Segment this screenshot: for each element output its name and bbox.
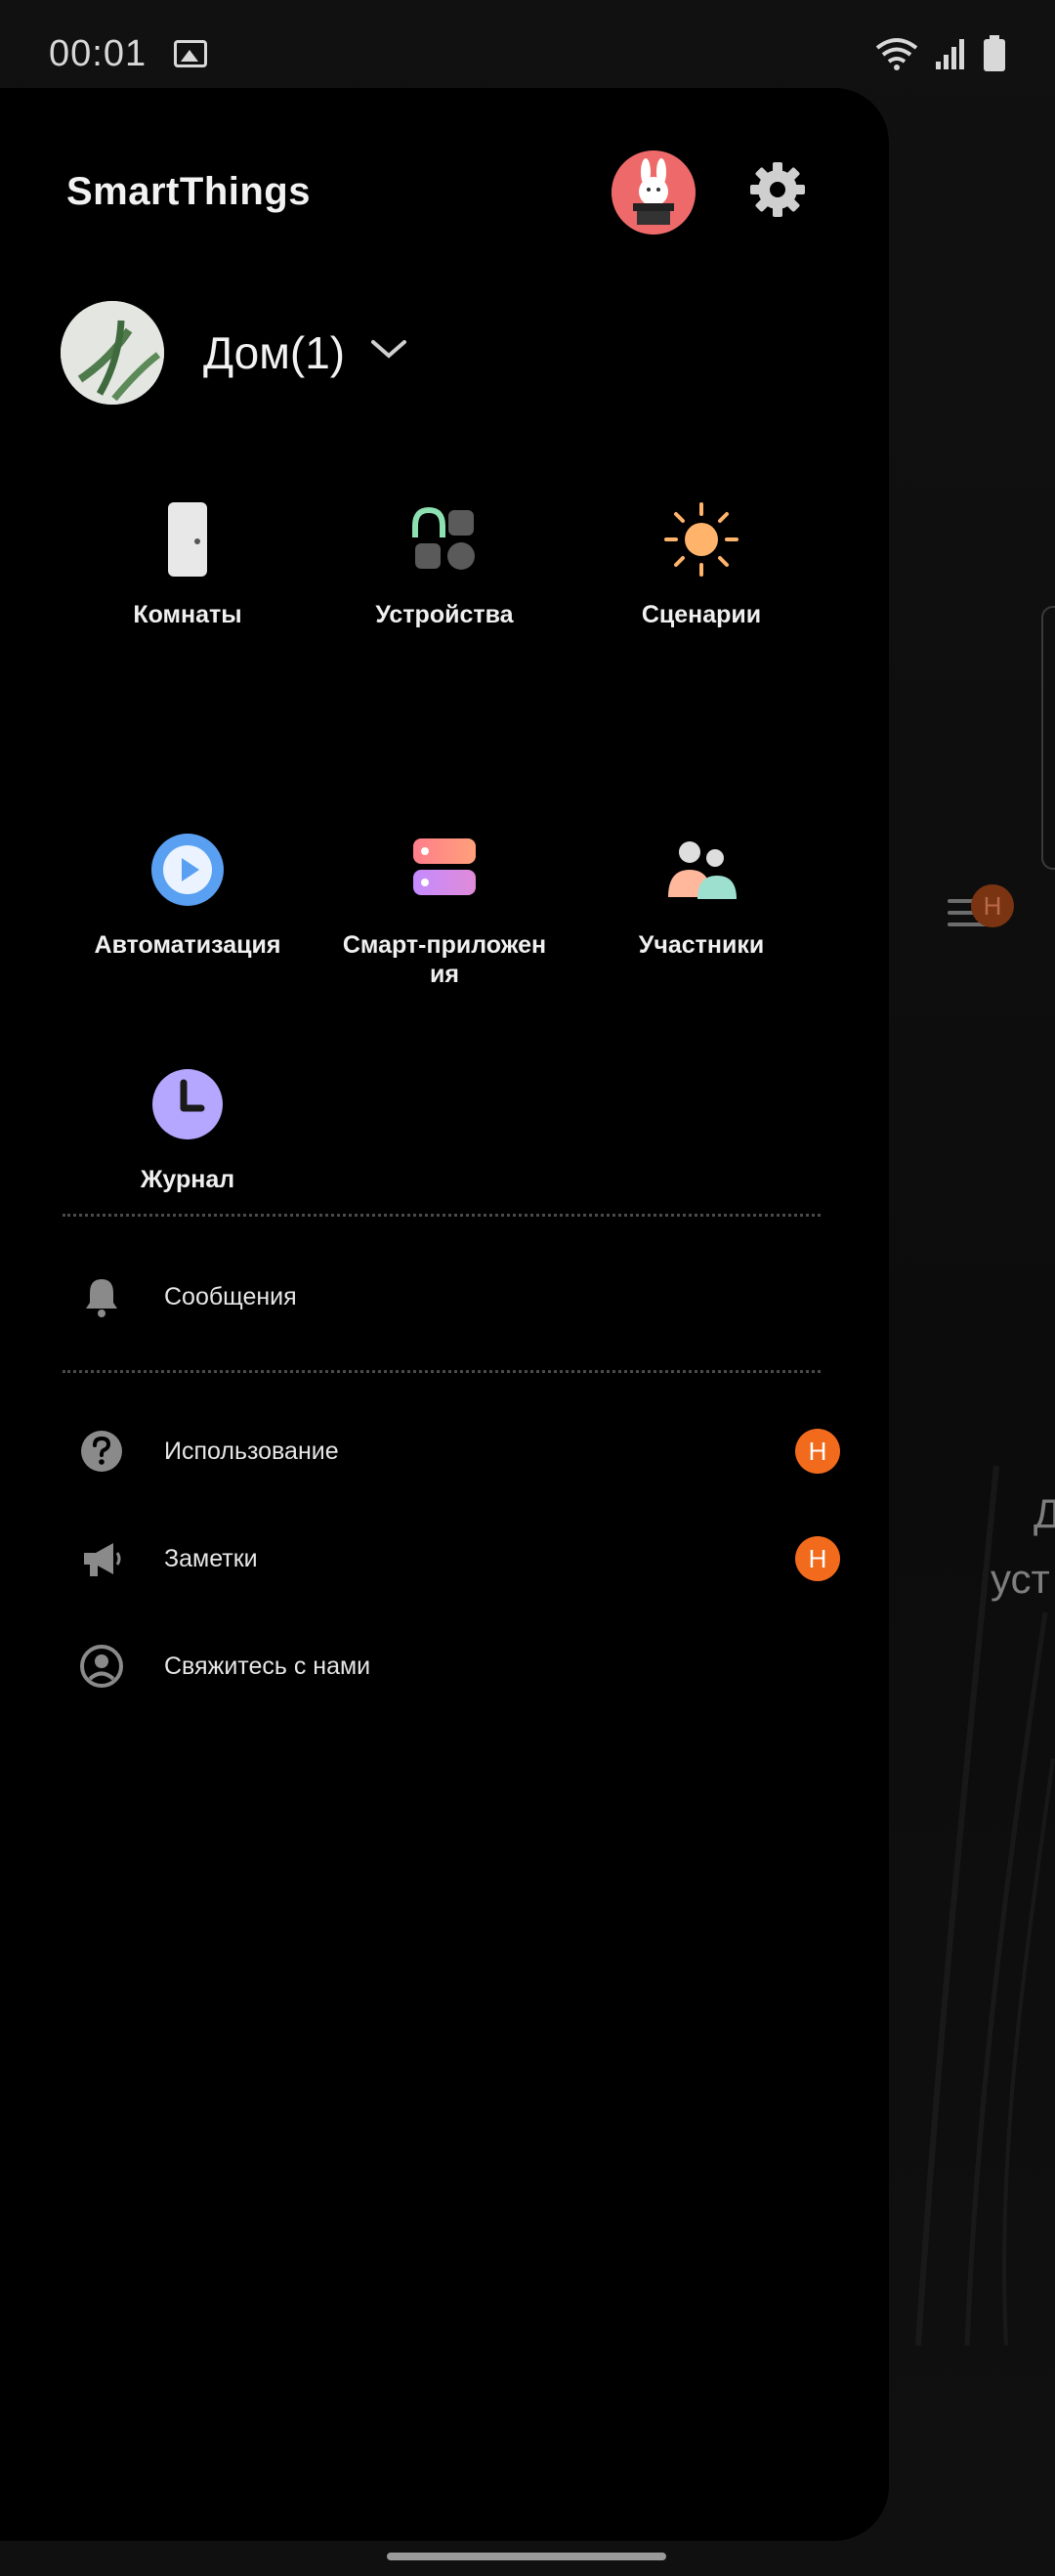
gallery-notification-icon	[174, 40, 208, 67]
menu-item-label: Сообщения	[164, 1282, 297, 1310]
help-question-icon	[81, 1431, 122, 1472]
new-badge: Н	[795, 1429, 840, 1474]
battery-icon	[984, 35, 1005, 71]
background-plant-image	[915, 1466, 1055, 2345]
tile-label: Комнаты	[133, 601, 242, 628]
divider	[63, 1214, 821, 1217]
megaphone-icon	[84, 1543, 121, 1576]
menu-item-messages[interactable]: Сообщения	[78, 1263, 840, 1331]
tile-members[interactable]: Участники	[574, 829, 828, 960]
tile-rooms[interactable]: Комнаты	[61, 498, 315, 629]
home-photo[interactable]	[61, 301, 164, 405]
navigation-drawer: SmartThings Дом(1) Комнаты Устройства Сц…	[0, 88, 889, 2541]
menu-item-contact[interactable]: Свяжитесь с нами	[78, 1632, 840, 1700]
menu-item-label: Использование	[164, 1437, 339, 1465]
contact-person-icon	[80, 1645, 123, 1688]
menu-item-label: Свяжитесь с нами	[164, 1652, 371, 1680]
bunny-avatar-icon	[612, 150, 696, 235]
settings-gear-icon[interactable]	[746, 158, 809, 221]
menu-item-notes[interactable]: Заметки Н	[78, 1524, 840, 1593]
clock-icon	[152, 1069, 223, 1139]
automation-play-icon	[151, 834, 224, 906]
tile-label: Смарт-приложен ия	[342, 931, 547, 988]
background-new-badge: Н	[971, 884, 1014, 927]
status-time: 00:01	[49, 32, 148, 74]
cellular-signal-icon	[936, 39, 964, 69]
app-title: SmartThings	[66, 170, 311, 213]
wifi-icon	[875, 38, 918, 70]
background-card	[1041, 606, 1055, 870]
divider	[63, 1370, 821, 1373]
profile-avatar[interactable]	[612, 150, 696, 235]
door-icon	[168, 502, 207, 577]
status-indicators	[875, 35, 1006, 72]
chevron-down-icon[interactable]	[367, 334, 410, 364]
devices-icon	[412, 506, 475, 570]
home-selector-label[interactable]: Дом(1)	[203, 326, 345, 379]
tile-devices[interactable]: Устройства	[317, 498, 571, 629]
tile-automation[interactable]: Автоматизация	[61, 829, 315, 960]
new-badge: Н	[795, 1536, 840, 1581]
tile-smart-apps[interactable]: Смарт-приложен ия	[317, 829, 571, 989]
tile-history[interactable]: Журнал	[61, 1063, 315, 1194]
gesture-navigation-bar[interactable]	[387, 2553, 666, 2560]
tile-label: Журнал	[140, 1166, 235, 1193]
tile-scenes[interactable]: Сценарии	[574, 498, 828, 629]
members-icon	[668, 841, 737, 899]
tile-label: Сценарии	[641, 601, 762, 628]
smart-apps-icon	[413, 838, 476, 895]
plant-photo-image	[61, 301, 164, 405]
tile-label: Автоматизация	[94, 931, 281, 959]
tile-label: Участники	[638, 931, 765, 959]
menu-item-label: Заметки	[164, 1544, 258, 1572]
tile-label: Устройства	[375, 601, 514, 628]
sun-icon	[664, 502, 738, 577]
bell-icon	[86, 1279, 117, 1317]
menu-item-usage[interactable]: Использование Н	[78, 1417, 840, 1485]
